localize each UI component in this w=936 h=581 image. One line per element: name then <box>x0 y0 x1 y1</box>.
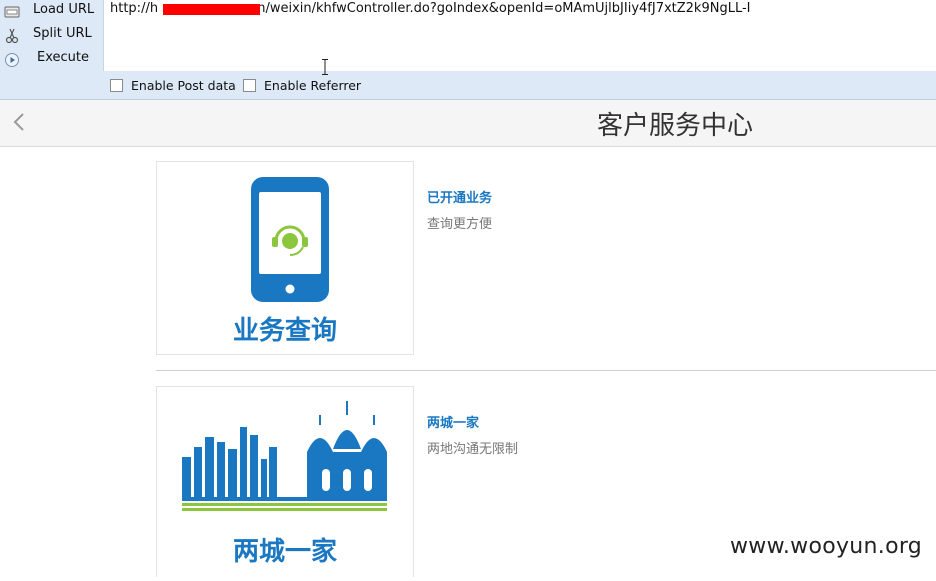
item-desc: 查询更方便 <box>427 217 493 232</box>
options-row: Enable Post data Enable Referrer <box>103 72 936 99</box>
enable-post-label: Enable Post data <box>131 78 236 93</box>
url-textarea[interactable]: http://h n/weixin/khfwController.do?goIn… <box>103 0 936 75</box>
item-text: 两城一家 两地沟通无限制 <box>427 412 518 457</box>
checkbox-box[interactable] <box>243 79 256 92</box>
scissors-icon <box>5 28 19 44</box>
image-caption: 业务查询 <box>232 316 337 346</box>
load-url-icon <box>4 6 20 18</box>
execute-label: Execute <box>37 50 89 65</box>
back-arrow-icon[interactable] <box>8 108 32 136</box>
toolbar-buttons: Load URL Split URL Execute <box>0 0 103 72</box>
item-desc: 两地沟通无限制 <box>427 442 519 457</box>
watermark: www.wooyun.org <box>730 534 923 559</box>
split-url-button[interactable]: Split URL <box>0 24 103 48</box>
load-url-button[interactable]: Load URL <box>0 0 103 24</box>
execute-button[interactable]: Execute <box>0 48 103 72</box>
service-query-image[interactable]: 业务查询 <box>156 161 414 355</box>
image-caption: 两城一家 <box>232 537 337 567</box>
load-url-label: Load URL <box>33 2 95 17</box>
hackbar-toolbar: Load URL Split URL Execute http://h n/we… <box>0 0 936 100</box>
divider <box>156 370 936 371</box>
play-icon <box>5 53 19 67</box>
item-title[interactable]: 已开通业务 <box>427 187 492 206</box>
checkbox-box[interactable] <box>110 79 123 92</box>
enable-referrer-label: Enable Referrer <box>264 78 362 93</box>
item-title[interactable]: 两城一家 <box>427 412 518 431</box>
item-text: 已开通业务 查询更方便 <box>427 187 492 232</box>
two-cities-image[interactable]: 两城一家 <box>156 386 414 577</box>
split-url-label: Split URL <box>33 26 92 41</box>
page-title: 客户服务中心 <box>596 111 753 141</box>
redaction-mark <box>163 4 260 15</box>
page-header: 客户服务中心 <box>0 100 936 147</box>
